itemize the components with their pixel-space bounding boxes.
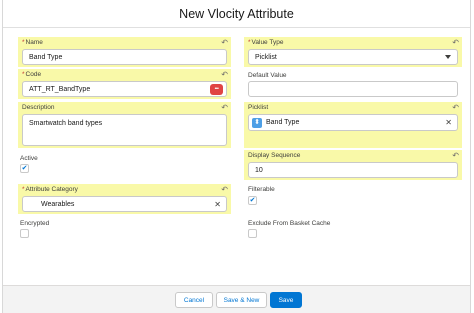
picklist-label: Picklist [248,104,269,111]
description-textarea[interactable]: Smartwatch band types [22,114,227,146]
description-label: Description [22,104,55,111]
modal-header: New Vlocity Attribute [3,0,470,28]
code-field: *Code ↶ ATT_RT_BandType ••• [18,69,231,99]
name-label-text: Name [25,39,43,46]
value-type-field: *Value Type ↶ Picklist [244,37,462,67]
required-mark: * [22,186,25,193]
name-field: *Name ↶ Band Type [18,37,231,67]
clear-icon[interactable]: ✕ [214,200,221,209]
save-and-new-button[interactable]: Save & New [216,292,267,308]
required-mark: * [22,71,25,78]
display-sequence-field: Display Sequence ↶ 10 [244,150,462,180]
code-input[interactable]: ATT_RT_BandType ••• [22,81,227,97]
clear-icon[interactable]: ✕ [445,118,452,127]
filterable-checkbox[interactable]: ✔ [248,196,257,205]
chevron-down-icon [445,55,451,59]
default-value-label: Default Value [248,72,287,79]
picklist-lookup[interactable]: ⬍ Band Type ✕ [248,114,458,131]
attribute-category-label: *Attribute Category [22,186,78,193]
modal-footer: Cancel Save & New Save [3,285,470,313]
undo-icon[interactable]: ↶ [452,152,459,160]
modal-title: New Vlocity Attribute [179,6,294,21]
code-value: ATT_RT_BandType [29,85,91,93]
save-button[interactable]: Save [270,292,302,308]
picklist-value: Band Type [266,119,300,126]
undo-icon[interactable]: ↶ [221,71,228,79]
name-input[interactable]: Band Type [22,49,227,65]
name-value: Band Type [29,53,63,61]
attribute-category-value: Wearables [41,200,75,208]
encrypted-label: Encrypted [20,220,50,227]
undo-icon[interactable]: ↶ [221,39,228,47]
exclude-basket-cache-label: Exclude From Basket Cache [248,220,331,227]
active-checkbox[interactable]: ✔ [20,164,29,173]
required-mark: * [248,39,251,46]
code-label-text: Code [25,71,42,78]
attribute-category-lookup[interactable]: Wearables ✕ [22,196,227,212]
password-manager-icon[interactable]: ••• [210,84,223,95]
picklist-field: Picklist ↶ ⬍ Band Type ✕ [244,102,462,148]
value-type-label-text: Value Type [251,39,284,46]
default-value-input[interactable] [248,81,458,97]
filterable-label: Filterable [248,186,275,193]
undo-icon[interactable]: ↶ [452,104,459,112]
new-attribute-modal: New Vlocity Attribute *Name ↶ Band Type … [2,0,471,313]
picklist-record-icon: ⬍ [252,118,262,128]
cancel-button[interactable]: Cancel [175,292,213,308]
value-type-value: Picklist [255,53,277,61]
undo-icon[interactable]: ↶ [221,104,228,112]
display-sequence-value: 10 [255,166,263,174]
description-field: Description ↶ Smartwatch band types [18,102,231,148]
display-sequence-input[interactable]: 10 [248,162,458,178]
value-type-label: *Value Type [248,39,283,46]
code-label: *Code [22,71,41,78]
display-sequence-label: Display Sequence [248,152,301,159]
exclude-basket-cache-checkbox[interactable] [248,229,257,238]
undo-icon[interactable]: ↶ [452,39,459,47]
active-label: Active [20,155,38,162]
required-mark: * [22,39,25,46]
name-label: *Name [22,39,43,46]
description-value: Smartwatch band types [29,120,103,127]
value-type-select[interactable]: Picklist [248,49,458,65]
attribute-category-field: *Attribute Category ↶ Wearables ✕ [18,184,231,214]
encrypted-checkbox[interactable] [20,229,29,238]
attribute-category-label-text: Attribute Category [25,186,78,193]
undo-icon[interactable]: ↶ [221,186,228,194]
